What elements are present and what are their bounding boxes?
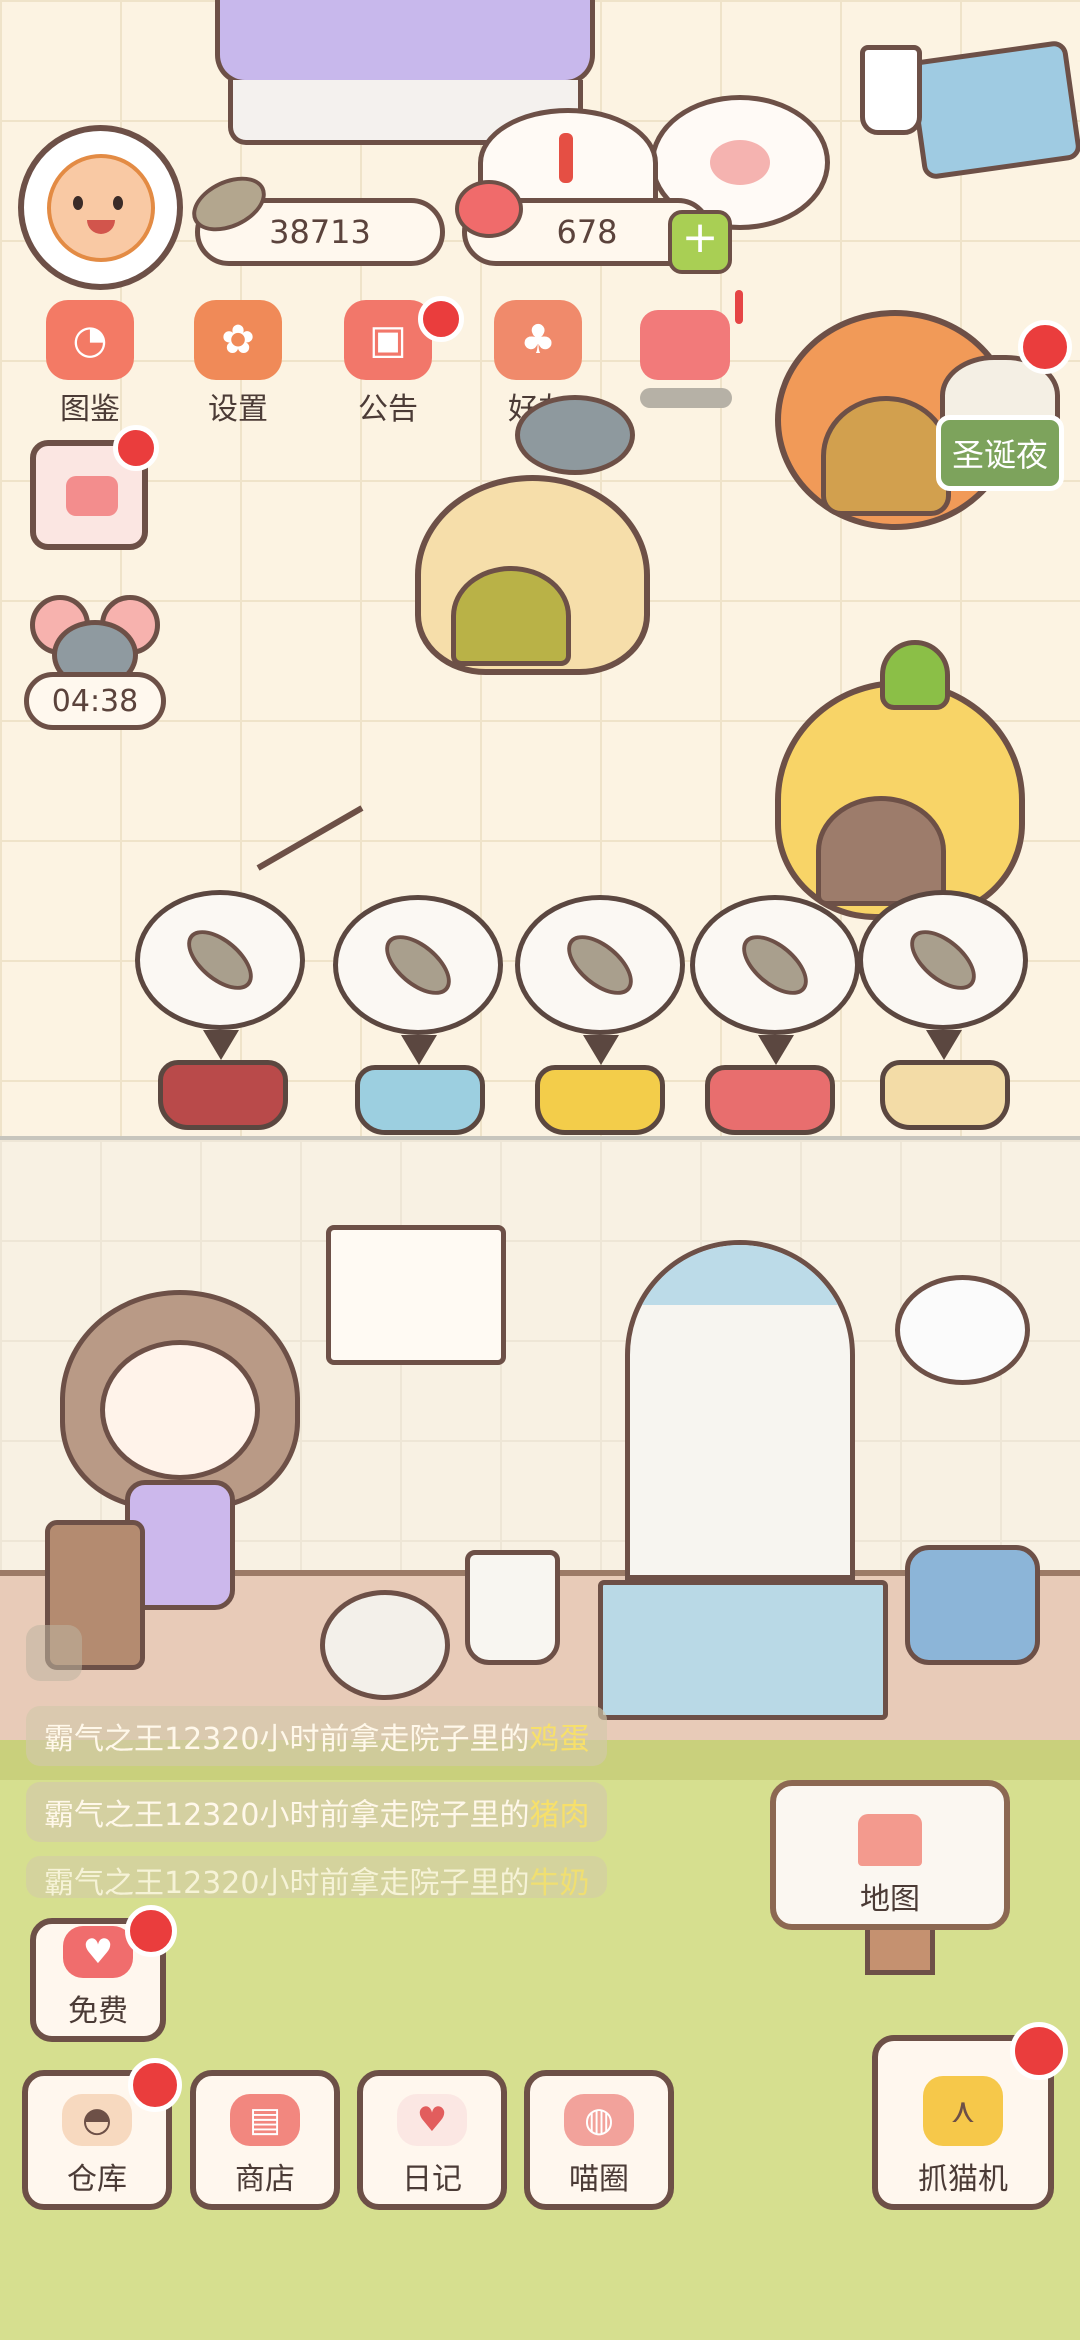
mail-progress-bar [640, 388, 732, 408]
claw-machine-label: 抓猫机 [918, 2162, 1008, 2197]
feed-bubble[interactable] [858, 890, 1028, 1060]
announcement-badge [418, 296, 464, 342]
planet-cat-icon: ◍ [564, 2094, 634, 2146]
warehouse-label: 仓库 [67, 2162, 127, 2197]
panda-toy-icon [320, 1590, 450, 1700]
free-label: 免费 [68, 1994, 128, 2029]
purple-bed-furniture [215, 0, 595, 85]
heart-currency-icon [455, 180, 523, 238]
fish-icon [556, 923, 644, 1007]
panda-sign-icon [895, 1275, 1030, 1385]
yard-notice-3: 霸气之王123 20小时前拿走院子里的 牛奶 [26, 1856, 608, 1898]
warehouse-badge [128, 2058, 182, 2112]
pencil-icon [66, 476, 118, 516]
feed-bubble[interactable] [515, 895, 685, 1065]
menu-label-announcement: 公告 [358, 392, 418, 427]
feed-bubble[interactable] [333, 895, 503, 1065]
cat-circle-button[interactable]: ◍ 喵圈 [524, 2070, 674, 2210]
heart-count-text: 678 [556, 213, 618, 251]
claw-icon: ⋏ [923, 2076, 1003, 2146]
timer-text: 04:38 [51, 683, 139, 719]
books-stack-icon [907, 39, 1080, 181]
free-badge [125, 1905, 177, 1957]
diary-button[interactable]: ♥ 日记 [357, 2070, 507, 2210]
food-bowl[interactable] [355, 1065, 485, 1135]
map-button[interactable]: 地图 [770, 1780, 1010, 1930]
map-label: 地图 [860, 1882, 920, 1917]
umbrella-pot [465, 1550, 560, 1665]
food-bowl[interactable] [158, 1060, 288, 1130]
diary-icon: ♥ [397, 2094, 467, 2146]
mail-heart-icon[interactable] [640, 310, 730, 380]
polka-dot-rug [598, 1580, 888, 1720]
yard-notice-2: 霸气之王123 20小时前拿走院子里的 猪肉 [26, 1782, 608, 1842]
diary-label: 日记 [402, 2162, 462, 2197]
panda-poster [326, 1225, 506, 1365]
notice-user: 霸气之王123 [44, 1798, 222, 1833]
straw-cat-house[interactable] [415, 475, 650, 675]
notice-item: 鸡蛋 [529, 1722, 590, 1757]
player-avatar[interactable] [18, 125, 183, 290]
heart-icon: ♥ [63, 1926, 133, 1978]
menu-item-settings[interactable]: ✿ 设置 [178, 300, 298, 430]
menu-label-collection: 图鉴 [60, 392, 120, 427]
basket-icon: ◓ [62, 2094, 132, 2146]
shop-icon: ▤ [230, 2094, 300, 2146]
radio-icon [905, 1545, 1040, 1665]
menu-label-settings: 设置 [208, 392, 268, 427]
task-badge [113, 425, 159, 471]
chat-toggle-button[interactable] [26, 1625, 82, 1681]
fish-icon [176, 918, 264, 1002]
menu-item-collection[interactable]: ◔ 图鉴 [30, 300, 150, 430]
fish-icon [374, 923, 462, 1007]
add-heart-button[interactable]: + [668, 210, 732, 274]
friends-icon: ♣ [494, 300, 582, 380]
avatar-face-icon [46, 153, 155, 262]
notice-user: 霸气之王123 [44, 1722, 222, 1757]
shop-button[interactable]: ▤ 商店 [190, 2070, 340, 2210]
claw-badge [1010, 2022, 1068, 2080]
house-icon [858, 1814, 922, 1866]
timer-pill: 04:38 [24, 672, 166, 730]
fish-count-text: 38713 [269, 213, 371, 251]
shop-label: 商店 [235, 2162, 295, 2197]
event-christmas-button[interactable]: 圣诞夜 [936, 415, 1064, 491]
notice-user: 霸气之王123 [44, 1866, 222, 1898]
pineapple-cat-house[interactable] [775, 680, 1025, 920]
notice-text: 20小时前拿走院子里的 [221, 1866, 530, 1898]
food-bowl[interactable] [705, 1065, 835, 1135]
cat-circle-label: 喵圈 [569, 2162, 629, 2197]
alert-exclamation-icon [735, 290, 743, 324]
notice-item: 牛奶 [529, 1866, 590, 1898]
notice-text: 20小时前拿走院子里的 [221, 1722, 530, 1757]
gray-mouse-icon [515, 395, 635, 475]
coffee-cup-icon [860, 45, 922, 135]
fish-icon [899, 918, 987, 1002]
pineapple-leaves-icon [880, 640, 950, 710]
gear-icon: ✿ [194, 300, 282, 380]
fish-icon [731, 923, 819, 1007]
feed-bubble[interactable] [690, 895, 860, 1065]
food-bowl[interactable] [880, 1060, 1010, 1130]
food-bowl[interactable] [535, 1065, 665, 1135]
notice-item: 猪肉 [529, 1798, 590, 1833]
curtain-doorway [625, 1240, 855, 1580]
notice-text: 20小时前拿走院子里的 [221, 1798, 530, 1833]
cat-head-icon: ◔ [46, 300, 134, 380]
event-label: 圣诞夜 [951, 436, 1048, 474]
event-badge [1018, 320, 1072, 374]
yard-notice-1: 霸气之王123 20小时前拿走院子里的 鸡蛋 [26, 1706, 608, 1766]
feed-bubble[interactable] [135, 890, 305, 1060]
